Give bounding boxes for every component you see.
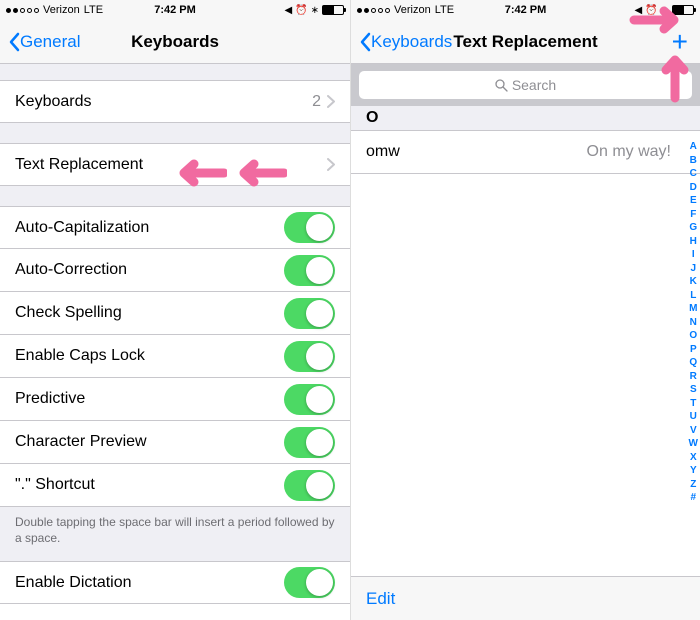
chevron-right-icon bbox=[327, 95, 335, 108]
toggle-switch[interactable] bbox=[284, 212, 335, 243]
status-bar: Verizon LTE 7:42 PM ◀ ⏰ ∗ bbox=[0, 0, 350, 20]
index-letter[interactable]: P bbox=[689, 343, 698, 357]
annotation-arrow-icon bbox=[172, 158, 227, 188]
predictive-cell[interactable]: Predictive bbox=[0, 378, 350, 421]
index-letter[interactable]: E bbox=[689, 194, 698, 208]
keyboards-cell[interactable]: Keyboards 2 bbox=[0, 80, 350, 123]
auto-capitalization-cell[interactable]: Auto-Capitalization bbox=[0, 206, 350, 249]
search-bar-container: Search bbox=[351, 64, 700, 106]
annotation-arrow-icon bbox=[658, 48, 692, 103]
screen-keyboards: Verizon LTE 7:42 PM ◀ ⏰ ∗ General Keyboa… bbox=[0, 0, 350, 620]
index-letter[interactable]: D bbox=[689, 181, 698, 195]
carrier-label: Verizon bbox=[394, 4, 431, 16]
carrier-label: Verizon bbox=[43, 4, 80, 16]
index-letter[interactable]: N bbox=[689, 316, 698, 330]
check-spelling-cell[interactable]: Check Spelling bbox=[0, 292, 350, 335]
index-letter[interactable]: K bbox=[689, 275, 698, 289]
cell-label: "." Shortcut bbox=[15, 476, 284, 494]
network-label: LTE bbox=[84, 4, 103, 16]
page-title: Text Replacement bbox=[453, 32, 597, 52]
nav-bar: General Keyboards bbox=[0, 20, 350, 64]
toggle-switch[interactable] bbox=[284, 298, 335, 329]
signal-dots-icon bbox=[6, 8, 39, 13]
back-button[interactable]: Keyboards bbox=[359, 32, 452, 52]
bluetooth-icon: ∗ bbox=[311, 5, 319, 16]
cell-label: Auto-Capitalization bbox=[15, 219, 284, 237]
back-label: Keyboards bbox=[371, 32, 452, 52]
index-letter[interactable]: X bbox=[689, 451, 698, 465]
signal-dots-icon bbox=[357, 8, 390, 13]
cell-label: Check Spelling bbox=[15, 304, 284, 322]
index-letter[interactable]: C bbox=[689, 167, 698, 181]
index-letter[interactable]: T bbox=[689, 397, 698, 411]
enable-dictation-cell[interactable]: Enable Dictation bbox=[0, 561, 350, 604]
index-letter[interactable]: U bbox=[689, 410, 698, 424]
cell-label: Keyboards bbox=[15, 93, 312, 111]
shortcut-text: omw bbox=[366, 143, 400, 161]
annotation-arrow-icon bbox=[628, 0, 688, 40]
search-input[interactable]: Search bbox=[359, 71, 692, 99]
back-label: General bbox=[20, 32, 80, 52]
page-title: Keyboards bbox=[131, 32, 219, 52]
index-letter[interactable]: I bbox=[689, 248, 698, 262]
phrase-text: On my way! bbox=[587, 143, 671, 161]
cell-label: Auto-Correction bbox=[15, 261, 284, 279]
empty-list-area bbox=[351, 174, 700, 576]
toggle-switch[interactable] bbox=[284, 255, 335, 286]
clock: 7:42 PM bbox=[154, 4, 196, 16]
toolbar: Edit bbox=[351, 576, 700, 620]
toggle-switch[interactable] bbox=[284, 427, 335, 458]
cell-label: Enable Caps Lock bbox=[15, 347, 284, 365]
chevron-right-icon bbox=[327, 158, 335, 171]
index-letter[interactable]: O bbox=[689, 329, 698, 343]
chevron-left-icon bbox=[8, 32, 20, 52]
network-label: LTE bbox=[435, 4, 454, 16]
group-footer: Double tapping the space bar will insert… bbox=[0, 507, 350, 553]
annotation-arrow-icon bbox=[232, 158, 287, 188]
index-letter[interactable]: J bbox=[689, 262, 698, 276]
back-button[interactable]: General bbox=[8, 32, 80, 52]
replacement-row[interactable]: omw On my way! bbox=[351, 131, 700, 174]
index-letter[interactable]: Z bbox=[689, 478, 698, 492]
cell-value: 2 bbox=[312, 93, 321, 111]
index-letter[interactable]: V bbox=[689, 424, 698, 438]
screen-text-replacement: Verizon LTE 7:42 PM ◀ ⏰ ∗ Keyboards Text… bbox=[350, 0, 700, 620]
section-header: O bbox=[351, 106, 700, 131]
index-letter[interactable]: W bbox=[689, 437, 698, 451]
alarm-icon: ⏰ bbox=[295, 5, 307, 16]
enable-caps-lock-cell[interactable]: Enable Caps Lock bbox=[0, 335, 350, 378]
index-letter[interactable]: F bbox=[689, 208, 698, 222]
location-icon: ◀ bbox=[284, 5, 292, 16]
index-letter[interactable]: Q bbox=[689, 356, 698, 370]
cell-label: Character Preview bbox=[15, 433, 284, 451]
period-shortcut-cell[interactable]: "." Shortcut bbox=[0, 464, 350, 507]
index-letter[interactable]: A bbox=[689, 140, 698, 154]
toggle-switch[interactable] bbox=[284, 341, 335, 372]
cell-label: Enable Dictation bbox=[15, 574, 284, 592]
toggle-switch[interactable] bbox=[284, 567, 335, 598]
cell-label: Predictive bbox=[15, 390, 284, 408]
index-letter[interactable]: # bbox=[689, 491, 698, 505]
search-placeholder: Search bbox=[512, 77, 556, 93]
index-letter[interactable]: H bbox=[689, 235, 698, 249]
edit-button[interactable]: Edit bbox=[366, 589, 395, 609]
about-dictation-link[interactable]: About Dictation and Privacy… bbox=[0, 604, 350, 620]
alphabet-index[interactable]: ABCDEFGHIJKLMNOPQRSTUVWXYZ# bbox=[689, 140, 698, 505]
battery-icon bbox=[322, 5, 344, 15]
index-letter[interactable]: Y bbox=[689, 464, 698, 478]
chevron-left-icon bbox=[359, 32, 371, 52]
index-letter[interactable]: S bbox=[689, 383, 698, 397]
toggle-switch[interactable] bbox=[284, 384, 335, 415]
index-letter[interactable]: R bbox=[689, 370, 698, 384]
character-preview-cell[interactable]: Character Preview bbox=[0, 421, 350, 464]
toggle-switch[interactable] bbox=[284, 470, 335, 501]
clock: 7:42 PM bbox=[505, 4, 547, 16]
search-icon bbox=[495, 79, 508, 92]
auto-correction-cell[interactable]: Auto-Correction bbox=[0, 249, 350, 292]
index-letter[interactable]: G bbox=[689, 221, 698, 235]
index-letter[interactable]: M bbox=[689, 302, 698, 316]
index-letter[interactable]: B bbox=[689, 154, 698, 168]
edit-label: Edit bbox=[366, 589, 395, 608]
index-letter[interactable]: L bbox=[689, 289, 698, 303]
